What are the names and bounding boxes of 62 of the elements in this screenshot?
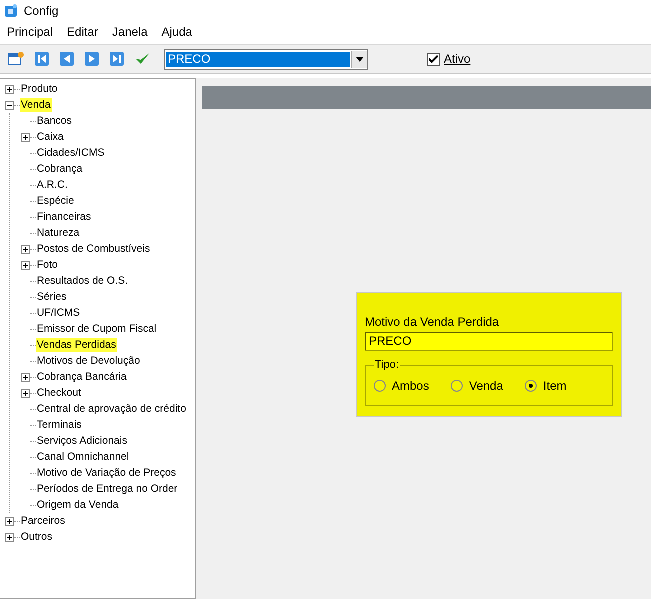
- expander-icon[interactable]: [5, 100, 14, 110]
- expander-icon[interactable]: [21, 388, 30, 398]
- previous-record-icon[interactable]: [60, 52, 74, 66]
- tree-item[interactable]: Foto: [36, 258, 60, 272]
- tree-item[interactable]: Caixa: [36, 130, 65, 144]
- radio-button[interactable]: [374, 380, 386, 392]
- tree-item[interactable]: Produto: [20, 82, 59, 96]
- tree-item[interactable]: Postos de Combustíveis: [36, 242, 152, 256]
- tree-item[interactable]: Cobrança: [36, 162, 84, 176]
- tree-item[interactable]: Origem da Venda: [36, 498, 120, 512]
- tree-item[interactable]: Motivo de Variação de Preços: [36, 466, 178, 480]
- field-label: Motivo da Venda Perdida: [365, 315, 500, 329]
- tree-item[interactable]: Motivos de Devolução: [36, 354, 142, 368]
- tree-item[interactable]: Serviços Adicionais: [36, 434, 128, 448]
- radio-label: Ambos: [392, 379, 430, 393]
- tree-item[interactable]: Venda: [20, 98, 52, 112]
- first-record-icon[interactable]: [35, 52, 49, 66]
- record-dropdown[interactable]: PRECO: [164, 48, 368, 70]
- radio-button[interactable]: [525, 380, 538, 392]
- expander-icon[interactable]: [21, 244, 30, 254]
- tree-item[interactable]: Espécie: [36, 194, 76, 208]
- expander-icon[interactable]: [5, 516, 14, 526]
- menu-item[interactable]: Principal: [7, 25, 54, 39]
- tree-item[interactable]: Períodos de Entrega no Order: [36, 482, 179, 496]
- tree-item[interactable]: Natureza: [36, 226, 81, 240]
- ativo-label: Ativo: [444, 52, 471, 66]
- tree-item[interactable]: Cobrança Bancária: [36, 370, 128, 384]
- menu-item[interactable]: Editar: [67, 25, 98, 39]
- input-field[interactable]: PRECO: [365, 332, 613, 351]
- expander-icon[interactable]: [5, 84, 14, 94]
- last-record-icon[interactable]: [110, 52, 124, 66]
- tree-item[interactable]: Checkout: [36, 386, 82, 400]
- tree-item[interactable]: Resultados de O.S.: [36, 274, 130, 288]
- group-label: Tipo:: [374, 359, 400, 371]
- menu-item[interactable]: Janela: [112, 25, 148, 39]
- tree-item[interactable]: Terminais: [36, 418, 83, 432]
- tree-item[interactable]: Financeiras: [36, 210, 92, 224]
- radio-button[interactable]: [451, 380, 464, 392]
- app-icon: [4, 4, 18, 18]
- tree-item[interactable]: Parceiros: [20, 514, 66, 528]
- tree-item[interactable]: Bancos: [36, 114, 74, 128]
- radio-label: Item: [543, 379, 567, 393]
- dropdown-arrow-icon: [356, 56, 364, 62]
- tree-item[interactable]: Outros: [20, 530, 54, 544]
- next-record-icon[interactable]: [85, 52, 99, 66]
- tree-item[interactable]: Central de aprovação de crédito: [36, 402, 188, 416]
- expander-icon[interactable]: [21, 260, 30, 270]
- window-title: Config: [24, 4, 59, 18]
- tree-item[interactable]: A.R.C.: [36, 178, 69, 192]
- expander-icon[interactable]: [21, 372, 30, 382]
- tree-item[interactable]: Canal Omnichannel: [36, 450, 130, 464]
- tree-item[interactable]: Emissor de Cupom Fiscal: [36, 322, 158, 336]
- tree-item[interactable]: UF/ICMS: [36, 306, 82, 320]
- ativo-checkbox[interactable]: [427, 52, 440, 66]
- new-record-icon[interactable]: [8, 51, 24, 67]
- tree-item[interactable]: Vendas Perdidas: [36, 338, 118, 352]
- tree-item[interactable]: Séries: [36, 290, 68, 304]
- menu-item[interactable]: Ajuda: [162, 25, 192, 39]
- expander-icon[interactable]: [21, 132, 30, 142]
- tree-item[interactable]: Cidades/ICMS: [36, 146, 106, 160]
- radio-label: Venda: [469, 379, 504, 393]
- expander-icon[interactable]: [5, 532, 14, 542]
